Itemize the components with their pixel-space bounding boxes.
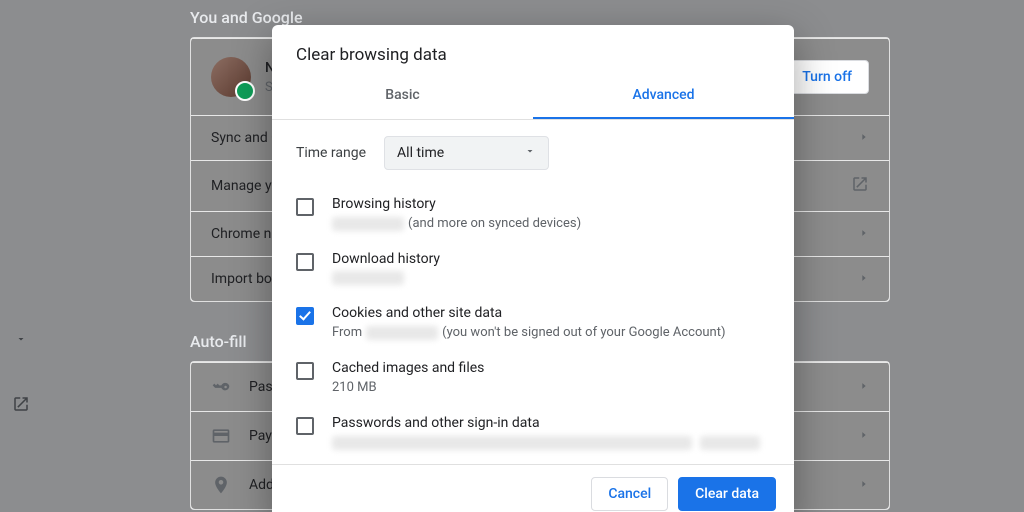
time-range-select[interactable]: All time: [384, 136, 549, 170]
chevron-right-icon: [859, 271, 869, 287]
avatar: [211, 57, 251, 97]
redacted-text: [332, 436, 692, 450]
clear-data-list: Browsing history (and more on synced devi…: [272, 186, 794, 464]
redacted-text: [366, 326, 438, 340]
chevron-right-icon: [859, 477, 869, 493]
chevron-right-icon: [859, 379, 869, 395]
chevron-right-icon: [859, 428, 869, 444]
caret-down-icon: [524, 145, 536, 161]
item-title: Cookies and other site data: [332, 305, 725, 321]
item-subtitle: [332, 435, 760, 450]
location-icon: [211, 475, 231, 495]
checkbox[interactable]: [296, 307, 314, 325]
item-subtitle: (and more on synced devices): [332, 216, 581, 231]
clear-data-button[interactable]: Clear data: [678, 477, 776, 511]
redacted-text: [700, 436, 760, 450]
item-subtitle: From(you won't be signed out of your Goo…: [332, 325, 725, 340]
open-external-icon: [851, 175, 869, 197]
time-range-label: Time range: [296, 145, 366, 161]
item-title: Browsing history: [332, 196, 581, 212]
dialog-title: Clear browsing data: [272, 25, 794, 75]
tab-basic[interactable]: Basic: [272, 75, 533, 119]
key-icon: [211, 377, 231, 397]
item-subtitle: [332, 271, 440, 285]
tab-advanced[interactable]: Advanced: [533, 75, 794, 119]
item-title: Download history: [332, 251, 440, 267]
checkbox[interactable]: [296, 362, 314, 380]
item-title: Cached images and files: [332, 360, 484, 376]
clear-browsing-data-dialog: Clear browsing data Basic Advanced Time …: [272, 25, 794, 512]
chevron-right-icon: [859, 130, 869, 146]
chevron-right-icon: [859, 226, 869, 242]
clear-data-item: Browsing history (and more on synced devi…: [296, 186, 770, 241]
clear-data-item: Download history: [296, 241, 770, 295]
turn-off-button[interactable]: Turn off: [785, 60, 869, 94]
tabs: Basic Advanced: [272, 75, 794, 120]
item-title: Passwords and other sign-in data: [332, 415, 760, 431]
redacted-text: [332, 271, 404, 285]
clear-data-item: Cached images and files 210 MB: [296, 350, 770, 405]
checkbox[interactable]: [296, 198, 314, 216]
checkbox[interactable]: [296, 253, 314, 271]
checkbox[interactable]: [296, 417, 314, 435]
card-icon: [211, 426, 231, 446]
redacted-text: [332, 217, 404, 231]
cancel-button[interactable]: Cancel: [591, 477, 668, 511]
clear-data-item: Cookies and other site data From(you won'…: [296, 295, 770, 350]
clear-data-item: Passwords and other sign-in data: [296, 405, 770, 460]
item-subtitle: 210 MB: [332, 380, 484, 395]
